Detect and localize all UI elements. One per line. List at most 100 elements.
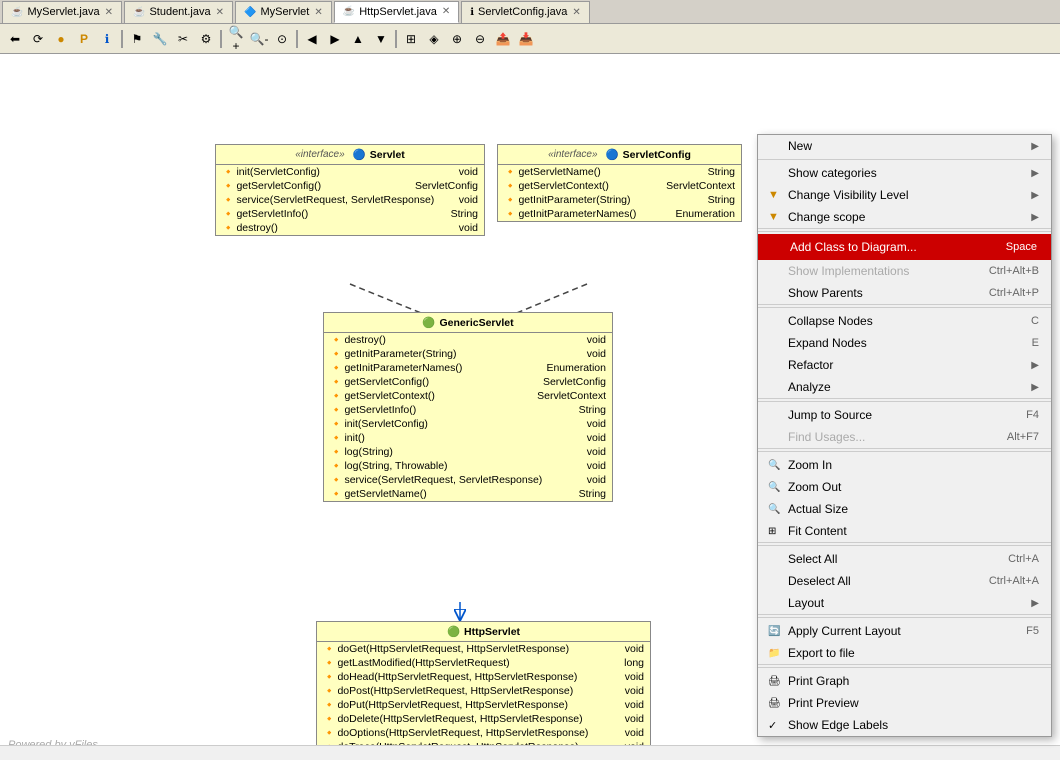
- menu-item-export[interactable]: 📁 Export to file: [758, 642, 1051, 665]
- menu-item-print-graph[interactable]: 🖨 Print Graph: [758, 670, 1051, 692]
- divider: [758, 307, 1051, 308]
- refresh-btn[interactable]: ⟳: [27, 28, 49, 50]
- uml-row: 🔸getInitParameterNames()Enumeration: [324, 361, 612, 375]
- menu-item-select-all[interactable]: Select All Ctrl+A: [758, 548, 1051, 570]
- uml-row: 🔸init(ServletConfig)void: [216, 165, 484, 179]
- uml-row: 🔸service(ServletRequest, ServletResponse…: [324, 473, 612, 487]
- uml-row: 🔸getInitParameterNames()Enumeration: [498, 207, 741, 221]
- httpservlet-node[interactable]: 🟢 HttpServlet 🔸doGet(HttpServletRequest,…: [316, 621, 651, 755]
- tab-close[interactable]: ✕: [442, 6, 450, 17]
- tools-btn[interactable]: 🔧: [149, 28, 171, 50]
- sep3: [296, 30, 298, 48]
- menu-item-new[interactable]: New ▶: [758, 135, 1051, 157]
- menu-item-zoom-in[interactable]: 🔍 Zoom In: [758, 454, 1051, 476]
- uml-row: 🔸log(String, Throwable)void: [324, 459, 612, 473]
- prev-btn[interactable]: ◀: [301, 28, 323, 50]
- filter-icon: ▼: [768, 189, 784, 201]
- submenu-arrow: ▶: [1031, 141, 1039, 152]
- up-btn[interactable]: ▲: [347, 28, 369, 50]
- tab-servletconfig-java[interactable]: ℹ ServletConfig.java ✕: [461, 1, 589, 23]
- tab-myservlet[interactable]: 🔷 MyServlet ✕: [235, 1, 332, 23]
- del-btn[interactable]: ⊖: [469, 28, 491, 50]
- servletconfig-badge: «interface»: [548, 149, 597, 160]
- menu-item-layout[interactable]: Layout ▶: [758, 592, 1051, 615]
- shortcut-label: Ctrl+Alt+B: [989, 265, 1039, 277]
- servlet-icon: 🔵: [353, 148, 366, 161]
- menu-item-apply-layout[interactable]: 🔄 Apply Current Layout F5: [758, 620, 1051, 642]
- next-btn[interactable]: ▶: [324, 28, 346, 50]
- h-scrollbar[interactable]: [0, 745, 1060, 759]
- tab-close[interactable]: ✕: [216, 7, 224, 18]
- menu-item-collapse[interactable]: Collapse Nodes C: [758, 310, 1051, 332]
- menu-item-change-scope[interactable]: ▼ Change scope ▶: [758, 206, 1051, 229]
- back-btn[interactable]: ⬅: [4, 28, 26, 50]
- actual-size-icon: 🔍: [768, 504, 784, 515]
- menu-item-show-categories[interactable]: Show categories ▶: [758, 162, 1051, 184]
- menu-item-actual-size[interactable]: 🔍 Actual Size: [758, 498, 1051, 520]
- submenu-arrow: ▶: [1031, 598, 1039, 609]
- menu-item-print-preview[interactable]: 🖨 Print Preview: [758, 692, 1051, 714]
- shortcut-label: Alt+F7: [1007, 431, 1039, 443]
- down-btn[interactable]: ▼: [370, 28, 392, 50]
- tab-httpservlet-java[interactable]: ☕ HttpServlet.java ✕: [334, 1, 460, 23]
- uml-row: 🔸doDelete(HttpServletRequest, HttpServle…: [317, 712, 650, 726]
- servlet-title: Servlet: [370, 149, 405, 161]
- tab-close[interactable]: ✕: [572, 7, 580, 18]
- menu-label: Change Visibility Level: [788, 188, 909, 202]
- menu-item-analyze[interactable]: Analyze ▶: [758, 376, 1051, 399]
- info-icon: ℹ: [470, 7, 474, 18]
- menu-item-fit-content[interactable]: ⊞ Fit Content: [758, 520, 1051, 543]
- filter-btn[interactable]: ⚑: [126, 28, 148, 50]
- menu-item-show-parents[interactable]: Show Parents Ctrl+Alt+P: [758, 282, 1051, 305]
- zoom-out-btn[interactable]: 🔍-: [248, 28, 270, 50]
- tab-myservlet-java[interactable]: ☕ MyServlet.java ✕: [2, 1, 122, 23]
- uml-row: 🔸getServletConfig()ServletConfig: [216, 179, 484, 193]
- menu-item-show-edge-labels[interactable]: ✓ Show Edge Labels: [758, 714, 1051, 736]
- menu-label: Zoom Out: [788, 480, 841, 494]
- export-btn[interactable]: 📤: [492, 28, 514, 50]
- menu-label: Layout: [788, 596, 824, 610]
- menu-item-add-class[interactable]: Add Class to Diagram... Space: [758, 234, 1051, 260]
- tab-student-java[interactable]: ☕ Student.java ✕: [124, 1, 233, 23]
- cut-btn[interactable]: ✂: [172, 28, 194, 50]
- servletconfig-header: «interface» 🔵 ServletConfig: [498, 145, 741, 165]
- circle-btn[interactable]: ●: [50, 28, 72, 50]
- divider: [758, 667, 1051, 668]
- add-btn[interactable]: ⊕: [446, 28, 468, 50]
- servlet-node[interactable]: «interface» 🔵 Servlet 🔸init(ServletConfi…: [215, 144, 485, 236]
- menu-label: Show Implementations: [788, 264, 909, 278]
- tab-close[interactable]: ✕: [105, 7, 113, 18]
- menu-label: Jump to Source: [788, 408, 872, 422]
- gear-btn[interactable]: ⚙: [195, 28, 217, 50]
- menu-item-find-usages: Find Usages... Alt+F7: [758, 426, 1051, 449]
- main-area: «interface» 🔵 Servlet 🔸init(ServletConfi…: [0, 54, 1060, 759]
- zoom-reset-btn[interactable]: ⊙: [271, 28, 293, 50]
- sep2: [220, 30, 222, 48]
- menu-item-deselect-all[interactable]: Deselect All Ctrl+Alt+A: [758, 570, 1051, 592]
- genericservlet-header: 🟢 GenericServlet: [324, 313, 612, 333]
- menu-label: New: [788, 139, 812, 153]
- servletconfig-node[interactable]: «interface» 🔵 ServletConfig 🔸getServletN…: [497, 144, 742, 222]
- select-btn[interactable]: ◈: [423, 28, 445, 50]
- menu-label: Export to file: [788, 646, 855, 660]
- p-btn[interactable]: P: [73, 28, 95, 50]
- menu-item-change-visibility[interactable]: ▼ Change Visibility Level ▶: [758, 184, 1051, 206]
- sep4: [395, 30, 397, 48]
- grid-btn[interactable]: ⊞: [400, 28, 422, 50]
- fit-icon: ⊞: [768, 526, 784, 537]
- import-btn[interactable]: 📥: [515, 28, 537, 50]
- uml-row: 🔸getInitParameter(String)void: [324, 347, 612, 361]
- menu-item-zoom-out[interactable]: 🔍 Zoom Out: [758, 476, 1051, 498]
- genericservlet-title: GenericServlet: [439, 317, 513, 329]
- info-btn[interactable]: ℹ: [96, 28, 118, 50]
- tab-label: MyServlet.java: [27, 6, 99, 18]
- print-preview-icon: 🖨: [768, 698, 784, 709]
- genericservlet-node[interactable]: 🟢 GenericServlet 🔸destroy()void 🔸getInit…: [323, 312, 613, 502]
- menu-label: Show Edge Labels: [788, 718, 888, 732]
- menu-item-refactor[interactable]: Refactor ▶: [758, 354, 1051, 376]
- menu-item-jump-source[interactable]: Jump to Source F4: [758, 404, 1051, 426]
- context-menu: New ▶ Show categories ▶ ▼ Change Visibil…: [757, 134, 1052, 737]
- zoom-in-btn[interactable]: 🔍+: [225, 28, 247, 50]
- menu-item-expand[interactable]: Expand Nodes E: [758, 332, 1051, 354]
- tab-close[interactable]: ✕: [314, 7, 322, 18]
